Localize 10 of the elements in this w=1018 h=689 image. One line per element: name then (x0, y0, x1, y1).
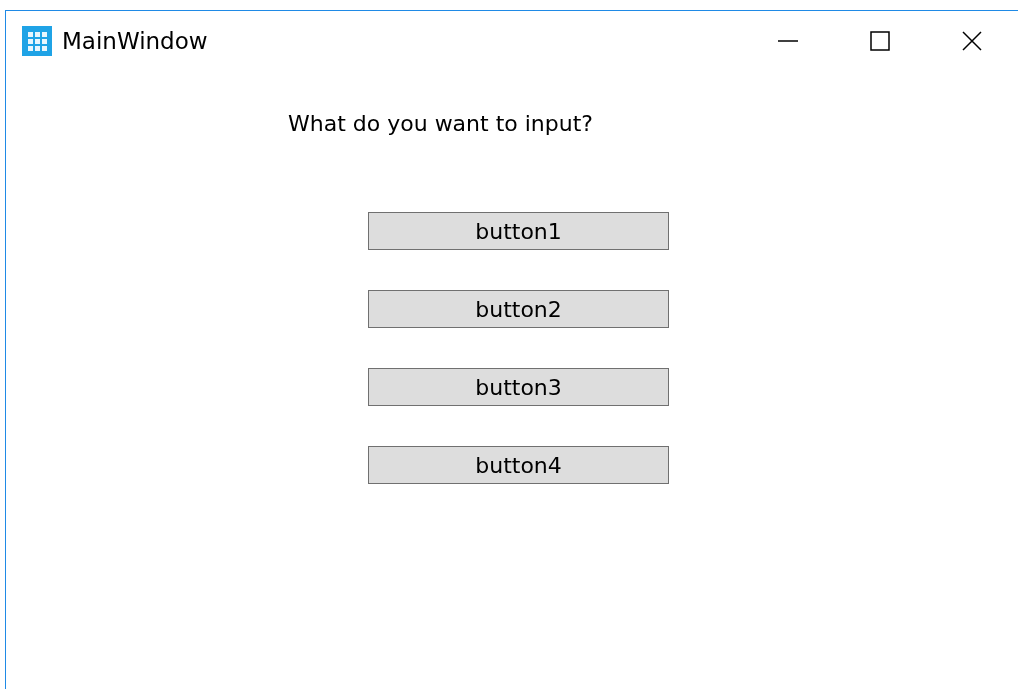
choice-button[interactable]: button1 (368, 212, 669, 250)
grid-icon (22, 25, 52, 56)
window-title: MainWindow (62, 27, 208, 54)
choice-button[interactable]: button4 (368, 446, 669, 484)
minimize-icon (777, 39, 799, 42)
close-icon (961, 29, 983, 52)
prompt-text: What do you want to input? (288, 111, 593, 136)
choice-button[interactable]: button3 (368, 368, 669, 406)
choice-button[interactable]: button2 (368, 290, 669, 328)
maximize-icon (869, 29, 891, 52)
